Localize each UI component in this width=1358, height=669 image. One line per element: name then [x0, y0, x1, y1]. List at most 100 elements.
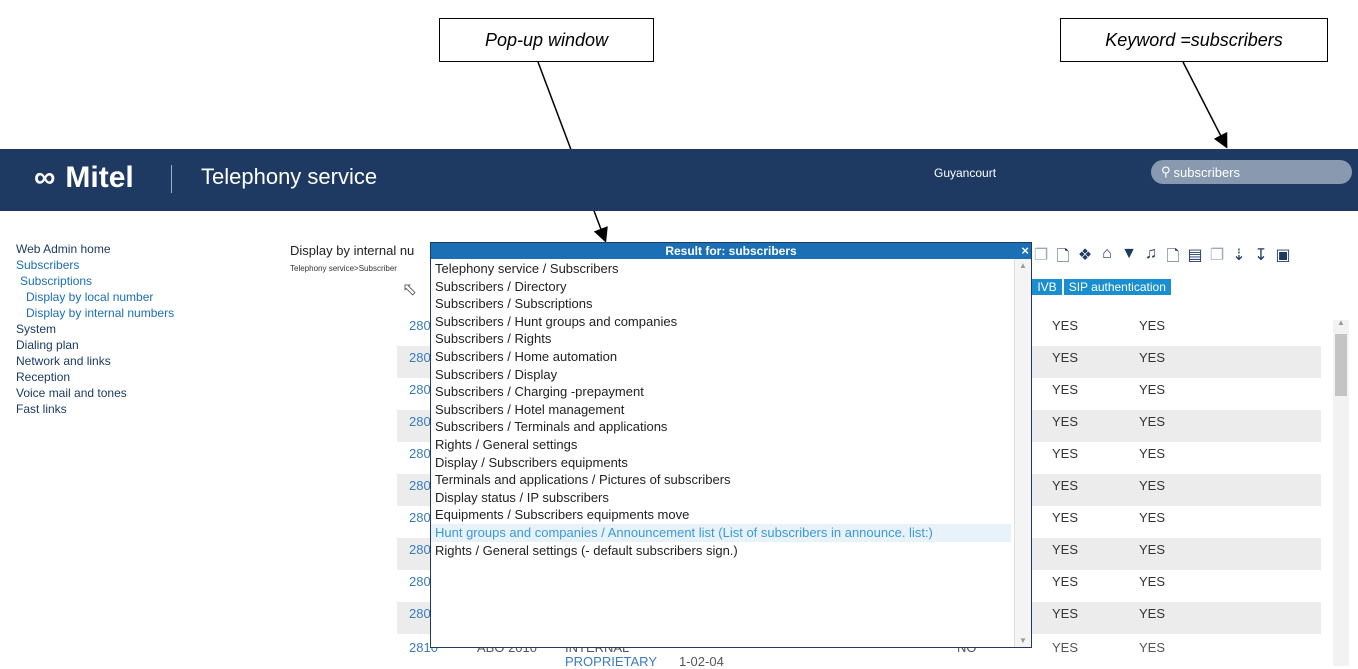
list-item[interactable]: Subscribers / Charging -prepayment	[431, 383, 1011, 401]
sidebar-item-system[interactable]: System	[16, 321, 174, 337]
ivb-cell: YES	[1052, 318, 1079, 333]
sip-cell: YES	[1139, 510, 1166, 525]
table-scroll-thumb[interactable]	[1335, 334, 1347, 396]
search-icon: ⚲	[1161, 164, 1171, 179]
list-item[interactable]: Subscribers / Hotel management	[431, 401, 1011, 419]
copy-icon[interactable]: ❐	[1030, 245, 1052, 272]
column-header-sip-authentication[interactable]: SIP authentication	[1063, 279, 1171, 295]
row-number[interactable]: 280	[409, 446, 431, 461]
download-icon[interactable]: ↧	[1250, 245, 1272, 272]
list-item[interactable]: Subscribers / Directory	[431, 278, 1011, 296]
list-item[interactable]: Subscribers / Terminals and applications	[431, 418, 1011, 436]
scroll-up-arrow-icon[interactable]: ▲	[1015, 261, 1031, 270]
list-item[interactable]: Telephony service / Subscribers	[431, 260, 1011, 278]
list-item[interactable]: Subscribers / Display	[431, 366, 1011, 384]
sip-cell: YES	[1139, 574, 1166, 589]
popup-result-list: Telephony service / Subscribers Subscrib…	[431, 260, 1011, 559]
row-number[interactable]: 280	[409, 510, 431, 525]
mitel-logo[interactable]: ∞ Mitel	[34, 161, 134, 195]
list-item[interactable]: Rights / General settings (- default sub…	[431, 542, 1011, 560]
ivb-cell: YES	[1052, 510, 1079, 525]
proprietary-cell: PROPRIETARY	[565, 654, 657, 669]
scroll-up-arrow-icon[interactable]: ▲	[1333, 318, 1349, 327]
code-cell: 1-02-04	[679, 654, 724, 669]
keyword-callout: Keyword =subscribers	[1060, 18, 1328, 62]
logo-divider	[171, 165, 172, 193]
sidebar-item-subscribers[interactable]: Subscribers	[16, 257, 174, 273]
sip-cell: YES	[1139, 414, 1166, 429]
popup-window-callout: Pop-up window	[439, 18, 654, 62]
list-item[interactable]: Subscribers / Home automation	[431, 348, 1011, 366]
sidebar-item-dialing-plan[interactable]: Dialing plan	[16, 337, 174, 353]
logo-text: Mitel	[65, 161, 134, 194]
document-icon[interactable]: 🗋	[1162, 245, 1184, 272]
table-column-headers: t IVB SIP authentication	[1017, 279, 1173, 295]
breadcrumb[interactable]: Telephony service>Subscriber	[290, 264, 397, 273]
row-number[interactable]: 280	[409, 542, 431, 557]
column-header-ivb[interactable]: IVB	[1032, 279, 1062, 295]
app-header: ∞ Mitel Telephony service Guyancourt ⚲	[0, 149, 1358, 211]
sidebar-item-voice-mail-and-tones[interactable]: Voice mail and tones	[16, 385, 174, 401]
sip-cell: YES	[1139, 542, 1166, 557]
ivb-cell: YES	[1052, 478, 1079, 493]
list-item[interactable]: Subscribers / Subscriptions	[431, 295, 1011, 313]
scroll-down-arrow-icon[interactable]: ▼	[1015, 636, 1031, 645]
sip-cell: YES	[1139, 318, 1166, 333]
ivb-cell: YES	[1052, 574, 1079, 589]
save-icon[interactable]: ▣	[1272, 245, 1294, 272]
site-name: Guyancourt	[934, 166, 997, 180]
sidebar-item-fast-links[interactable]: Fast links	[16, 401, 174, 417]
list-item[interactable]: Terminals and applications / Pictures of…	[431, 471, 1011, 489]
ivb-cell: YES	[1052, 414, 1079, 429]
search-box[interactable]: ⚲	[1151, 160, 1352, 184]
sip-cell: YES	[1139, 478, 1166, 493]
row-number[interactable]: 280	[409, 606, 431, 621]
list-item[interactable]: Rights / General settings	[431, 436, 1011, 454]
import-icon[interactable]: ⇣	[1228, 245, 1250, 272]
row-number[interactable]: 280	[409, 318, 431, 333]
row-number[interactable]: 280	[409, 574, 431, 589]
page-title: Display by internal nu	[290, 243, 415, 258]
toolbar: ❐ 🗋 ❖ ⌂ ▼ ♫ 🗋 ▤ ❐ ⇣ ↧ ▣	[1030, 245, 1294, 272]
row-number[interactable]: 280	[409, 350, 431, 365]
ivb-cell: YES	[1052, 382, 1079, 397]
new-document-icon[interactable]: 🗋	[1052, 245, 1074, 272]
list-item[interactable]: Equipments / Subscribers equipments move	[431, 506, 1011, 524]
popup-header: Result for: subscribers ×	[431, 243, 1031, 259]
tray-arrow-icon[interactable]: ▼	[1118, 245, 1140, 272]
list-item-selected[interactable]: Hunt groups and companies / Announcement…	[431, 523, 1011, 542]
list-item[interactable]: Display / Subscribers equipments	[431, 454, 1011, 472]
mitel-logo-icon: ∞	[34, 161, 56, 194]
sip-cell: YES	[1139, 350, 1166, 365]
sidebar-item-display-by-local-number[interactable]: Display by local number	[16, 289, 174, 305]
ivb-cell: YES	[1052, 542, 1079, 557]
close-icon[interactable]: ×	[1021, 243, 1029, 259]
ivb-cell: YES	[1052, 640, 1079, 655]
sip-cell: YES	[1139, 640, 1166, 655]
list-item[interactable]: Subscribers / Rights	[431, 330, 1011, 348]
row-number[interactable]: 280	[409, 478, 431, 493]
music-note-icon[interactable]: ♫	[1140, 245, 1162, 272]
search-results-popup: Result for: subscribers × Telephony serv…	[430, 242, 1032, 648]
search-input[interactable]	[1173, 164, 1324, 180]
list-item[interactable]: Display status / IP subscribers	[431, 489, 1011, 507]
list-document-icon[interactable]: ▤	[1184, 245, 1206, 272]
paste-icon[interactable]: ❐	[1206, 245, 1228, 272]
sidebar-item-network-and-links[interactable]: Network and links	[16, 353, 174, 369]
popup-scrollbar[interactable]: ▲ ▼	[1014, 259, 1031, 647]
home-icon[interactable]: ⌂	[1096, 245, 1118, 272]
ivb-cell: YES	[1052, 446, 1079, 461]
ivb-cell: YES	[1052, 606, 1079, 621]
service-title: Telephony service	[201, 164, 378, 189]
row-number[interactable]: 280	[409, 382, 431, 397]
list-item[interactable]: Subscribers / Hunt groups and companies	[431, 313, 1011, 331]
keyword-callout-arrow	[1182, 61, 1228, 149]
tag-icon[interactable]: ❖	[1074, 245, 1096, 272]
sidebar-item-subscriptions[interactable]: Subscriptions	[16, 273, 174, 289]
row-number[interactable]: 280	[409, 414, 431, 429]
sidebar-item-display-by-internal-numbers[interactable]: Display by internal numbers	[16, 305, 174, 321]
popup-title: Result for: subscribers	[665, 244, 797, 258]
sidebar-item-web-admin-home[interactable]: Web Admin home	[16, 241, 174, 257]
sip-cell: YES	[1139, 606, 1166, 621]
sidebar-item-reception[interactable]: Reception	[16, 369, 174, 385]
